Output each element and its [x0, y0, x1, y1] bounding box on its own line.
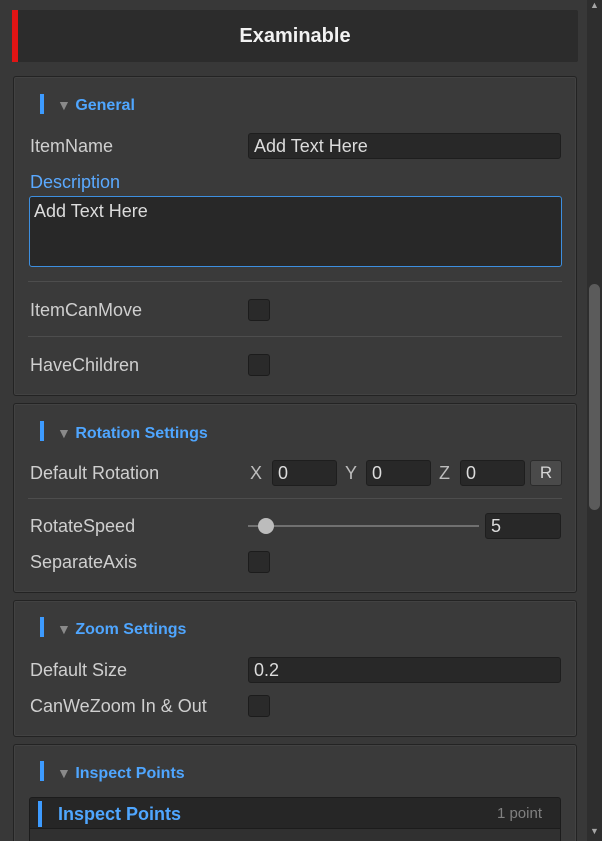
inspect-points-list-header[interactable]: Inspect Points 1 point: [29, 797, 561, 829]
divider: [28, 498, 562, 499]
rotation-foldout[interactable]: ▼ Rotation Settings: [57, 423, 208, 444]
description-textarea[interactable]: Add Text Here: [29, 196, 562, 267]
scrollbar-thumb[interactable]: [589, 284, 600, 510]
triangle-down-icon: ▼: [57, 97, 71, 113]
inspect-points-list-body: [29, 829, 561, 841]
general-foldout[interactable]: ▼ General: [57, 95, 135, 116]
rotation-z-field[interactable]: 0: [460, 460, 525, 486]
default-size-field[interactable]: 0.2: [248, 657, 561, 683]
triangle-down-icon: ▼: [57, 425, 71, 441]
section-accent-bar: [40, 94, 44, 114]
description-label: Description: [30, 172, 121, 192]
rotate-speed-slider[interactable]: [248, 525, 479, 527]
default-rotation-label: Default Rotation: [30, 463, 160, 483]
separate-axis-label: SeparateAxis: [30, 552, 138, 572]
triangle-down-icon: ▼: [57, 621, 71, 637]
divider: [28, 336, 562, 337]
z-axis-label: Z: [439, 463, 450, 483]
component-header: Examinable: [12, 10, 578, 62]
reset-rotation-button[interactable]: R: [530, 460, 562, 486]
list-accent-bar: [38, 801, 42, 827]
default-size-label: Default Size: [30, 660, 128, 680]
rotate-speed-label: RotateSpeed: [30, 516, 136, 536]
triangle-down-icon: ▼: [57, 765, 71, 781]
section-accent-bar: [40, 761, 44, 781]
zoom-title: Zoom Settings: [75, 621, 187, 638]
inspect-title: Inspect Points: [75, 765, 185, 782]
section-accent-bar: [40, 617, 44, 637]
have-children-checkbox[interactable]: [248, 354, 270, 376]
component-title: Examinable: [239, 25, 351, 47]
inspect-points-list-title: Inspect Points: [58, 804, 182, 824]
divider: [28, 281, 562, 282]
arrow-down-icon[interactable]: ▼: [587, 826, 602, 836]
general-title: General: [75, 97, 135, 114]
inspect-foldout[interactable]: ▼ Inspect Points: [57, 763, 185, 784]
rotate-speed-field[interactable]: 5: [485, 513, 561, 539]
arrow-up-icon[interactable]: ▲: [587, 0, 602, 10]
x-axis-label: X: [250, 463, 263, 483]
have-children-label: HaveChildren: [30, 355, 140, 375]
rotation-title: Rotation Settings: [75, 425, 208, 442]
item-name-label: ItemName: [30, 136, 114, 156]
can-zoom-label: CanWeZoom In & Out: [30, 696, 207, 716]
zoom-foldout[interactable]: ▼ Zoom Settings: [57, 619, 186, 640]
rotation-x-field[interactable]: 0: [272, 460, 337, 486]
inspect-points-count: 1 point: [496, 805, 542, 822]
item-can-move-checkbox[interactable]: [248, 299, 270, 321]
can-zoom-checkbox[interactable]: [248, 695, 270, 717]
rotation-y-field[interactable]: 0: [366, 460, 431, 486]
item-can-move-label: ItemCanMove: [30, 300, 143, 320]
section-accent-bar: [40, 421, 44, 441]
item-name-field[interactable]: Add Text Here: [248, 133, 561, 159]
y-axis-label: Y: [345, 463, 358, 483]
separate-axis-checkbox[interactable]: [248, 551, 270, 573]
